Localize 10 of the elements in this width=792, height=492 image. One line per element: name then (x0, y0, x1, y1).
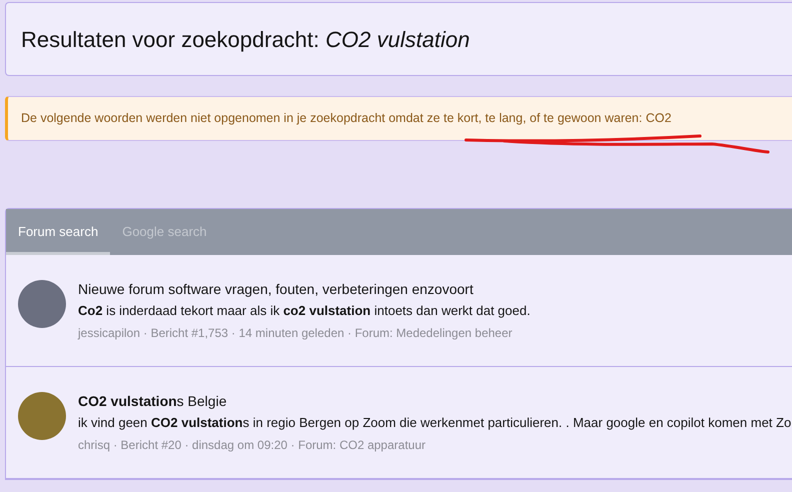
notice-text: De volgende woorden werden niet opgenomen in je zoekopdracht omdat ze te kort, te lang, of te gewoon waren: CO2 (21, 110, 672, 128)
avatar-placeholder (18, 280, 66, 328)
result-snippet: Co2 is inderdaad tekort maar als ik co2 vulstation intoets dan werkt dat goed. (78, 302, 530, 320)
result-title[interactable]: CO2 vulstations Belgie (78, 391, 792, 411)
result-snippet: ik vind geen CO2 vulstations in regio Bergen op Zoom die werkenmet particulieren. . Maar google en copilot komen met Zo (78, 414, 792, 432)
page-title: Resultaten voor zoekopdracht: CO2 vulstation (21, 26, 470, 54)
result-title[interactable]: Nieuwe forum software vragen, fouten, verbeteringen enzovoort (78, 279, 530, 299)
result-meta: chrisq · Bericht #20 · dinsdag om 09:20 · Forum: CO2 apparatuur (78, 437, 426, 454)
avatar-placeholder (18, 392, 66, 440)
result-meta: jessicapilon · Bericht #1,753 · 14 minuten geleden · Forum: Mededelingen beheer (78, 325, 514, 342)
